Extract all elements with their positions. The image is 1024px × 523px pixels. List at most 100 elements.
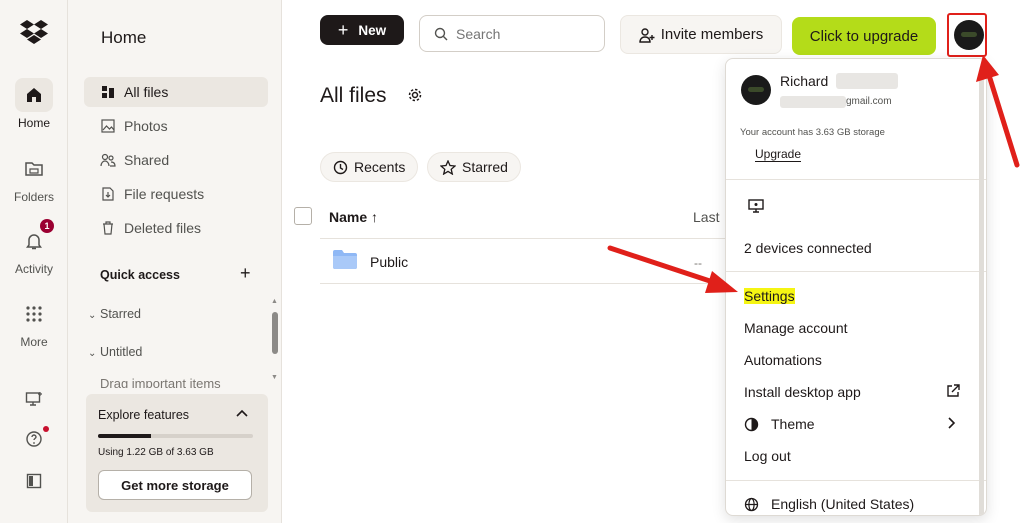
chevron-down-icon: ⌄ [88,348,97,359]
menu-item-label: Log out [744,448,791,464]
recents-chip[interactable]: Recents [320,152,419,182]
menu-item-language[interactable]: English (United States) [744,496,914,512]
redacted-email [780,96,846,108]
home-icon [15,78,53,112]
starred-chip[interactable]: Starred [427,152,521,182]
column-name-label: Name [329,209,368,225]
quick-access-heading: Quick access [100,268,180,282]
sidebar-toggle-icon[interactable] [22,469,46,493]
column-header-name[interactable]: Name ↑ [329,209,378,225]
devices-icon [748,199,764,218]
file-request-icon [100,186,116,202]
sidebar-item-file-requests[interactable]: File requests [84,179,268,209]
sidebar-item-label: Deleted files [124,220,202,236]
add-person-icon [639,27,655,43]
rail-label-home: Home [17,116,50,130]
sidebar-scrollbar[interactable]: ▲ ▼ [271,298,279,386]
star-icon [440,159,456,175]
column-header-last-modified[interactable]: Last [693,209,719,225]
folder-icon [333,250,357,269]
select-all-checkbox[interactable] [294,207,312,225]
new-button-label: New [358,22,387,38]
menu-scrollbar[interactable] [979,71,984,515]
add-quick-access-icon[interactable]: + [240,263,251,284]
menu-item-theme[interactable]: Theme [744,416,815,432]
sidebar-item-label: All files [124,84,169,100]
storage-progress-fill [98,434,151,438]
menu-user-email: gmail.com [846,96,892,107]
get-more-storage-button[interactable]: Get more storage [98,470,252,500]
annotation-highlight-box [947,13,987,57]
new-button[interactable]: + New [320,15,404,45]
menu-avatar [741,75,771,105]
storage-progress-bar [98,434,253,438]
sidebar-item-photos[interactable]: Photos [84,111,268,141]
menu-user-name: Richard [780,73,829,89]
desktop-app-icon[interactable] [22,387,46,411]
clock-icon [333,160,348,175]
rail-label-activity: Activity [14,262,53,276]
menu-item-log-out[interactable]: Log out [744,448,791,464]
menu-item-label: English (United States) [771,496,915,512]
sidebar-item-deleted-files[interactable]: Deleted files [84,213,268,243]
rail-item-activity[interactable]: Activity [0,224,68,276]
invite-label: Invite members [660,26,764,43]
explore-features-panel: Explore features Using 1.22 GB of 3.63 G… [86,394,268,512]
fold-starred[interactable]: ⌄ Starred [88,307,141,321]
help-notification-dot [43,426,49,432]
explore-title: Explore features [98,408,190,422]
dropbox-logo-icon[interactable] [18,16,50,48]
fold-untitled[interactable]: ⌄ Untitled [88,345,142,359]
sidebar-item-all-files[interactable]: All files [84,77,268,107]
devices-connected-link[interactable]: 2 devices connected [744,240,872,256]
row-filename[interactable]: Public [370,254,408,270]
menu-item-label: Install desktop app [744,384,861,400]
sidebar-item-shared[interactable]: Shared [84,145,268,175]
menu-item-settings[interactable]: Settings [744,288,795,304]
chevron-up-icon[interactable] [236,406,248,420]
invite-members-button[interactable]: Invite members [620,15,782,54]
chip-label: Recents [354,159,406,175]
external-link-icon [946,384,960,403]
search-input[interactable] [456,25,586,42]
search-box[interactable] [419,15,605,52]
rail-item-home[interactable]: Home [0,78,68,130]
scroll-up-arrow-icon[interactable]: ▲ [271,298,278,305]
help-icon[interactable] [22,427,46,451]
menu-upgrade-link[interactable]: Upgrade [755,147,802,162]
menu-item-manage-account[interactable]: Manage account [744,320,848,336]
table-divider [320,238,725,239]
scroll-down-arrow-icon[interactable]: ▼ [271,374,278,381]
gear-icon[interactable] [407,87,423,108]
fold-label: Starred [100,307,141,321]
fold-label: Untitled [100,345,143,359]
menu-storage-text: Your account has 3.63 GB storage [740,127,885,138]
scroll-thumb[interactable] [272,312,278,354]
menu-item-label: Settings [744,288,795,304]
activity-badge: 1 [40,219,54,233]
grid-icon [15,297,53,331]
plus-icon: + [337,19,349,40]
chevron-right-icon [948,416,956,432]
menu-divider [726,271,986,272]
sort-arrow-icon: ↑ [371,209,379,225]
sidebar-item-label: Photos [124,118,168,134]
shared-icon [100,152,116,168]
menu-item-install-desktop-app[interactable]: Install desktop app [744,384,861,400]
sidebar: Home All files Photos Shared File reques… [68,0,282,523]
chevron-down-icon: ⌄ [88,310,97,321]
rail-item-folders[interactable]: Folders [0,152,68,204]
menu-item-automations[interactable]: Automations [744,352,822,368]
arrow-to-settings [607,245,738,293]
page-title: All files [320,84,387,107]
chip-label: Starred [462,159,508,175]
drag-hint: Drag important items [100,376,221,388]
menu-item-label: Theme [771,416,815,432]
photo-icon [100,118,116,134]
redacted-surname [836,73,898,89]
rail-label-folders: Folders [13,190,54,204]
rail-item-more[interactable]: More [0,297,68,349]
nav-rail: Home Folders Activity 1 More [0,0,68,523]
upgrade-button[interactable]: Click to upgrade [792,17,936,55]
theme-icon [744,417,759,432]
